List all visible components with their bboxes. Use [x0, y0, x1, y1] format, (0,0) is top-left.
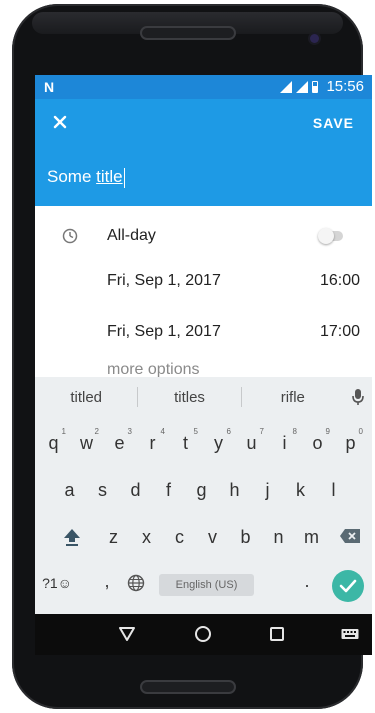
key-h[interactable]: h — [218, 480, 251, 501]
signal-icon — [280, 80, 293, 93]
start-time[interactable]: 16:00 — [320, 272, 360, 290]
clock-icon — [62, 228, 78, 244]
bottom-speaker — [140, 680, 236, 694]
key-o[interactable]: 9o — [301, 427, 334, 454]
key-d[interactable]: d — [119, 480, 152, 501]
enter-key[interactable] — [332, 570, 364, 602]
toggle-knob — [318, 228, 334, 244]
key-e[interactable]: 3e — [103, 427, 136, 454]
key-q[interactable]: 1q — [37, 427, 70, 454]
signal-icon — [296, 80, 309, 93]
app-bar: SAVE Some title — [35, 99, 372, 206]
all-day-row[interactable]: All-day — [35, 215, 372, 255]
status-bar: N 15:56 — [35, 75, 372, 99]
end-date[interactable]: Fri, Sep 1, 2017 — [107, 323, 221, 341]
phone-frame: N 15:56 SAVE Some title All-day Fri, Sep… — [12, 4, 372, 709]
title-composing-word: title — [96, 167, 123, 186]
key-p[interactable]: 0p — [334, 427, 367, 454]
recents-button[interactable] — [267, 624, 287, 644]
key-u[interactable]: 7u — [235, 427, 268, 454]
close-button[interactable] — [47, 109, 73, 135]
start-date[interactable]: Fri, Sep 1, 2017 — [107, 272, 221, 290]
key-w[interactable]: 2w — [70, 427, 103, 454]
key-n[interactable]: n — [262, 527, 295, 548]
suggestion-3[interactable]: rifle — [242, 389, 344, 406]
key-v[interactable]: v — [196, 527, 229, 548]
space-bar[interactable]: English (US) — [159, 574, 254, 596]
recents-icon — [270, 627, 284, 641]
save-button[interactable]: SAVE — [313, 115, 354, 131]
end-row: Fri, Sep 1, 2017 17:00 — [35, 311, 372, 351]
soft-keyboard: titled titles rifle 1q 2w 3e 4r 5t 6 y 7… — [35, 377, 372, 614]
all-day-label: All-day — [107, 227, 156, 244]
keyboard-icon — [341, 629, 359, 639]
period-key[interactable]: . — [297, 571, 317, 592]
key-m[interactable]: m — [295, 527, 328, 548]
suggestion-strip: titled titles rifle — [35, 377, 372, 417]
earpiece-speaker — [140, 26, 236, 40]
suggestion-1[interactable]: titled — [35, 389, 137, 406]
key-j[interactable]: j — [251, 480, 284, 501]
home-button[interactable] — [193, 624, 213, 644]
voice-input-button[interactable] — [344, 388, 372, 406]
all-day-toggle[interactable] — [318, 228, 343, 244]
globe-icon — [127, 574, 145, 592]
key-g[interactable]: g — [185, 480, 218, 501]
key-t[interactable]: 5t — [169, 427, 202, 454]
key-b[interactable]: b — [229, 527, 262, 548]
microphone-icon — [352, 389, 364, 405]
key-z[interactable]: z — [97, 527, 130, 548]
key-r[interactable]: 4r — [136, 427, 169, 454]
battery-icon — [312, 80, 319, 93]
symbols-key[interactable]: ?1☺ — [39, 575, 75, 591]
backspace-icon — [340, 529, 360, 543]
comma-key[interactable]: , — [97, 571, 117, 592]
keyboard-switch-button[interactable] — [340, 624, 360, 644]
navigation-bar — [35, 614, 372, 655]
shift-icon — [64, 529, 80, 546]
checkmark-icon — [339, 579, 357, 593]
event-title-input[interactable]: Some title — [47, 167, 126, 188]
key-s[interactable]: s — [86, 480, 119, 501]
backspace-key[interactable] — [335, 528, 365, 549]
front-camera — [310, 34, 319, 43]
key-k[interactable]: k — [284, 480, 317, 501]
title-prefix: Some — [47, 167, 97, 186]
key-x[interactable]: x — [130, 527, 163, 548]
screen: N 15:56 SAVE Some title All-day Fri, Sep… — [35, 75, 372, 655]
back-icon — [119, 627, 135, 641]
status-time: 15:56 — [326, 78, 364, 95]
language-key[interactable] — [123, 574, 149, 597]
home-icon — [195, 626, 211, 642]
end-time[interactable]: 17:00 — [320, 323, 360, 341]
close-icon — [53, 115, 67, 129]
key-i[interactable]: 8i — [268, 427, 301, 454]
key-y[interactable]: 6y — [202, 427, 235, 454]
notification-icon: N — [44, 79, 55, 95]
key-c[interactable]: c — [163, 527, 196, 548]
key-f[interactable]: f — [152, 480, 185, 501]
key-a[interactable]: a — [53, 480, 86, 501]
text-caret — [123, 167, 126, 188]
status-icons: 15:56 — [280, 78, 364, 95]
back-button[interactable] — [117, 624, 137, 644]
start-row: Fri, Sep 1, 2017 16:00 — [35, 260, 372, 300]
shift-key[interactable] — [57, 527, 87, 552]
suggestion-2[interactable]: titles — [138, 389, 240, 406]
key-l[interactable]: l — [317, 480, 350, 501]
